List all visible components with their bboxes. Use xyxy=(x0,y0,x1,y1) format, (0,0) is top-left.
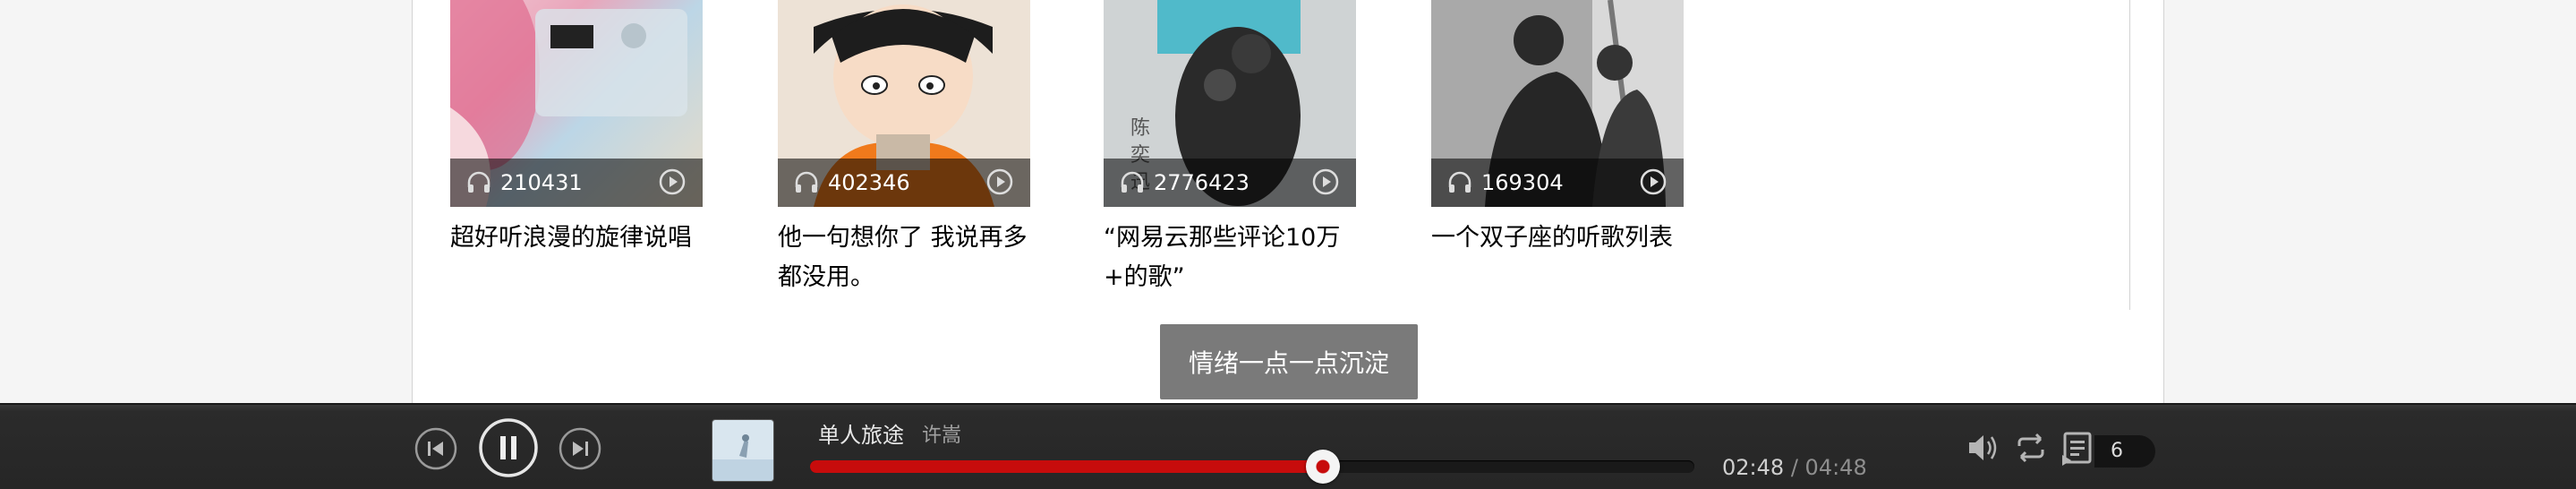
playlist-title[interactable]: 超好听浪漫的旋律说唱 xyxy=(450,219,703,258)
play-circle-icon[interactable] xyxy=(1639,167,1668,196)
cover-info-bar: 402346 xyxy=(778,159,1030,207)
next-icon[interactable] xyxy=(558,426,602,471)
playlist-title[interactable]: 他一句想你了 我说再多都没用。 xyxy=(778,219,1030,297)
playlist-cover[interactable]: 402346 xyxy=(778,0,1030,207)
sidebar-divider xyxy=(2129,0,2130,310)
playlist-cover[interactable]: 陈 奕 迅 2776423 xyxy=(1104,0,1356,207)
playlist-cover[interactable]: 210431 xyxy=(450,0,703,207)
time-display: 02:48 / 04:48 xyxy=(1722,455,1867,480)
playlist-cover[interactable]: 169304 xyxy=(1431,0,1684,207)
play-count: 210431 xyxy=(500,170,583,195)
album-thumbnail[interactable] xyxy=(712,419,774,482)
play-count: 169304 xyxy=(1481,170,1564,195)
progress-fill xyxy=(810,460,1323,473)
song-title[interactable]: 单人旅途 xyxy=(818,417,904,449)
svg-text:陈: 陈 xyxy=(1130,117,1150,140)
volume-icon[interactable] xyxy=(1966,432,2001,464)
lyric-tooltip: 情绪一点一点沉淀 xyxy=(1160,324,1418,399)
player-bar: 单人旅途 许嵩 02:48 / 04:48 6 xyxy=(0,403,2576,489)
headphone-icon xyxy=(467,171,490,193)
cover-info-bar: 169304 xyxy=(1431,159,1684,207)
playlist-title[interactable]: 一个双子座的听歌列表 xyxy=(1431,219,1684,258)
play-circle-icon[interactable] xyxy=(985,167,1014,196)
headphone-icon xyxy=(795,171,818,193)
current-time: 02:48 xyxy=(1722,455,1785,480)
playlist-title[interactable]: “网易云那些评论10万+的歌” xyxy=(1104,219,1356,297)
headphone-icon xyxy=(1448,171,1471,193)
progress-track[interactable] xyxy=(810,450,1694,484)
play-count: 2776423 xyxy=(1154,170,1250,195)
cover-info-bar: 210431 xyxy=(450,159,703,207)
total-time: 04:48 xyxy=(1804,455,1867,480)
headphone-icon xyxy=(1121,171,1144,193)
prev-icon[interactable] xyxy=(414,426,458,471)
play-count: 402346 xyxy=(828,170,910,195)
progress-knob[interactable] xyxy=(1306,450,1340,484)
pause-icon[interactable] xyxy=(478,417,539,478)
playlist-icon[interactable] xyxy=(2060,430,2096,468)
time-separator: / xyxy=(1790,455,1798,480)
queue-count-badge[interactable]: 6 xyxy=(2094,435,2155,468)
artist-name[interactable]: 许嵩 xyxy=(922,419,961,448)
repeat-icon[interactable] xyxy=(2012,432,2050,464)
play-circle-icon[interactable] xyxy=(1311,167,1340,196)
cover-info-bar: 2776423 xyxy=(1104,159,1356,207)
play-circle-icon[interactable] xyxy=(658,167,687,196)
album-art-image xyxy=(712,420,773,481)
